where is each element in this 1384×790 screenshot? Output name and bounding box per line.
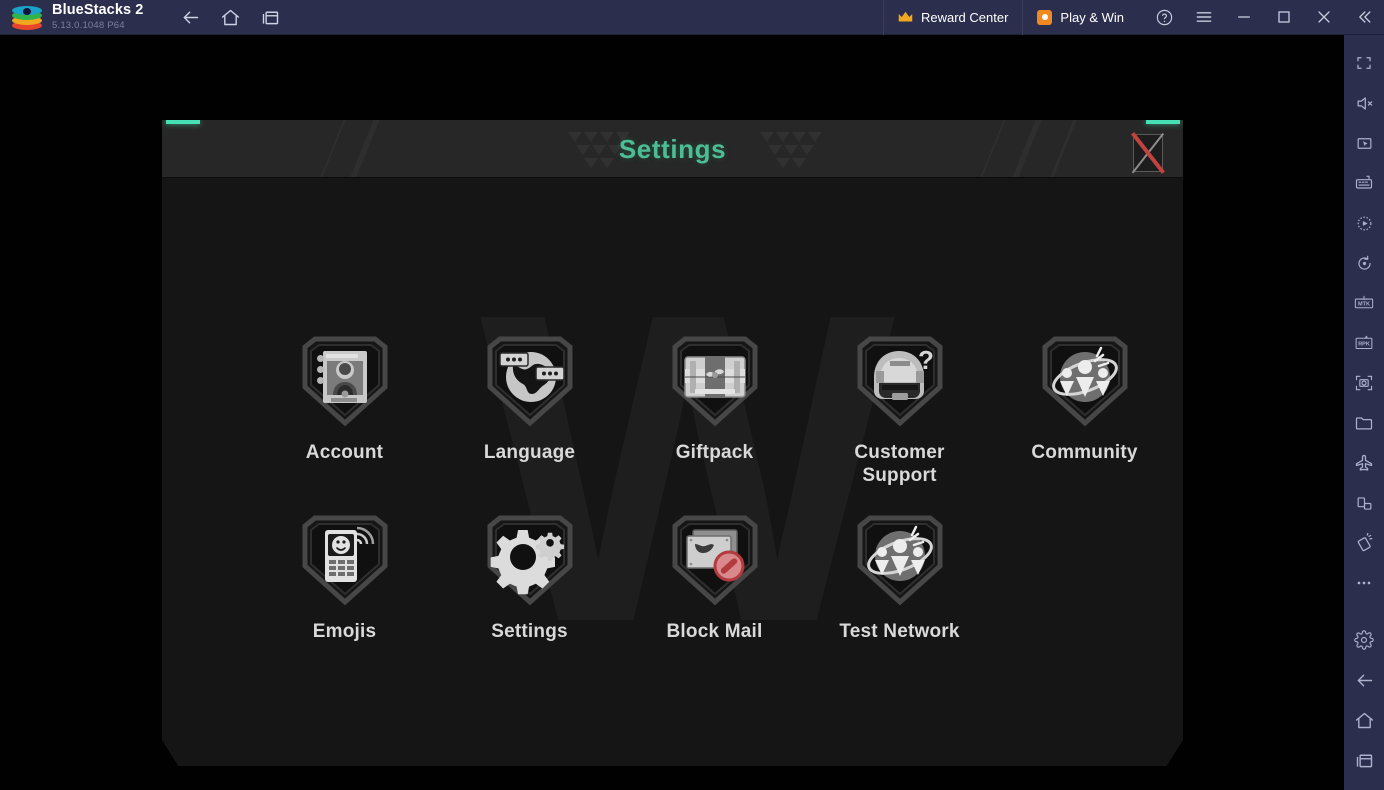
collapse-icon[interactable] bbox=[1344, 0, 1384, 35]
settings-item-test-network[interactable]: Test Network bbox=[807, 504, 992, 643]
game-viewport: W Settings Account Language Giftpack ? C… bbox=[0, 35, 1344, 790]
app-name: BlueStacks 2 bbox=[52, 2, 144, 19]
settings-dialog: W Settings Account Language Giftpack ? C… bbox=[162, 120, 1183, 766]
customer-support-badge-icon: ? bbox=[846, 325, 954, 433]
multi-instance-icon[interactable] bbox=[1344, 483, 1384, 523]
app-version: 5.13.0.1048 P64 bbox=[52, 19, 125, 31]
settings-item-label: Community bbox=[1031, 442, 1138, 463]
media-manager-icon[interactable] bbox=[1344, 403, 1384, 443]
crown-icon bbox=[898, 11, 913, 23]
dialog-title: Settings bbox=[618, 133, 727, 164]
svg-text:MTK: MTK bbox=[1358, 302, 1370, 308]
settings-item-language[interactable]: Language bbox=[437, 325, 622, 487]
community-badge-icon bbox=[1031, 325, 1139, 433]
settings-item-label: Block Mail bbox=[666, 621, 763, 643]
account-badge-icon bbox=[291, 325, 399, 433]
settings-item-label: Customer Support bbox=[854, 442, 945, 487]
settings-icon-grid: Account Language Giftpack ? Customer Sup… bbox=[162, 178, 1183, 766]
coin-icon bbox=[1037, 9, 1053, 25]
android-back-icon[interactable] bbox=[1344, 660, 1384, 700]
menu-icon[interactable] bbox=[1184, 0, 1224, 35]
settings-item-block-mail[interactable]: Block Mail bbox=[622, 504, 807, 643]
maximize-icon[interactable] bbox=[1264, 0, 1304, 35]
macro-icon[interactable] bbox=[1344, 203, 1384, 243]
cursor-icon[interactable] bbox=[1344, 123, 1384, 163]
giftpack-badge-icon bbox=[661, 325, 769, 433]
recents-icon[interactable] bbox=[257, 4, 283, 30]
settings-item-label: Test Network bbox=[839, 621, 960, 643]
fullscreen-icon[interactable] bbox=[1344, 43, 1384, 83]
reward-center-label: Reward Center bbox=[920, 9, 1009, 25]
rpk-icon[interactable]: RPK bbox=[1344, 323, 1384, 363]
close-dialog-button[interactable] bbox=[1131, 132, 1165, 174]
settings-item-emojis[interactable]: Emojis bbox=[252, 504, 437, 643]
back-icon[interactable] bbox=[177, 4, 203, 30]
settings-item-label: Language bbox=[483, 442, 576, 463]
emojis-badge-icon bbox=[291, 504, 399, 612]
settings-item-label: Giftpack bbox=[675, 442, 754, 463]
minimize-icon[interactable] bbox=[1224, 0, 1264, 35]
android-home-icon[interactable] bbox=[1344, 700, 1384, 740]
mute-icon[interactable] bbox=[1344, 83, 1384, 123]
keyboard-icon[interactable] bbox=[1344, 163, 1384, 203]
settings-row-1: Account Language Giftpack ? Customer Sup… bbox=[162, 325, 1183, 487]
settings-item-label: Settings bbox=[491, 621, 568, 643]
help-icon[interactable] bbox=[1144, 0, 1184, 35]
settings-gear-badge-icon bbox=[476, 504, 584, 612]
close-icon[interactable] bbox=[1304, 0, 1344, 35]
mtk-icon[interactable]: MTK bbox=[1344, 283, 1384, 323]
airplane-icon[interactable] bbox=[1344, 443, 1384, 483]
dialog-header: Settings bbox=[162, 120, 1183, 178]
app-title-block: BlueStacks 2 5.13.0.1048 P64 bbox=[52, 3, 143, 30]
screenshot-icon[interactable] bbox=[1344, 363, 1384, 403]
accent-bar-right bbox=[1146, 120, 1180, 124]
svg-text:?: ? bbox=[918, 345, 934, 375]
settings-row-2: Emojis Settings Block Mail Test Network bbox=[162, 504, 1183, 643]
rotate-icon[interactable] bbox=[1344, 243, 1384, 283]
bluestacks-logo-icon bbox=[12, 4, 42, 30]
settings-item-account[interactable]: Account bbox=[252, 325, 437, 487]
settings-item-label: Emojis bbox=[312, 621, 377, 643]
language-badge-icon bbox=[476, 325, 584, 433]
settings-item-settings[interactable]: Settings bbox=[437, 504, 622, 643]
settings-item-community[interactable]: Community bbox=[992, 325, 1177, 487]
shake-icon[interactable] bbox=[1344, 523, 1384, 563]
block-mail-badge-icon bbox=[661, 504, 769, 612]
android-recents-icon[interactable] bbox=[1344, 740, 1384, 780]
home-icon[interactable] bbox=[217, 4, 243, 30]
accent-bar-left bbox=[166, 120, 200, 124]
svg-text:RPK: RPK bbox=[1358, 342, 1370, 348]
settings-item-customer-support[interactable]: ? Customer Support bbox=[807, 325, 992, 487]
nav-button-group bbox=[177, 4, 283, 30]
settings-gear-icon[interactable] bbox=[1344, 620, 1384, 660]
settings-item-label: Account bbox=[305, 442, 384, 463]
titlebar: BlueStacks 2 5.13.0.1048 P64 Reward Cent… bbox=[0, 0, 1384, 35]
settings-item-giftpack[interactable]: Giftpack bbox=[622, 325, 807, 487]
more-icon[interactable] bbox=[1344, 563, 1384, 603]
bluestacks-sidebar: MTK RPK bbox=[1344, 35, 1384, 790]
window-button-group bbox=[1144, 0, 1384, 35]
play-and-win-label: Play & Win bbox=[1060, 9, 1124, 25]
test-network-badge-icon bbox=[846, 504, 954, 612]
app-root: BlueStacks 2 5.13.0.1048 P64 Reward Cent… bbox=[0, 0, 1384, 790]
play-and-win-button[interactable]: Play & Win bbox=[1022, 0, 1138, 35]
reward-center-button[interactable]: Reward Center bbox=[882, 0, 1022, 35]
